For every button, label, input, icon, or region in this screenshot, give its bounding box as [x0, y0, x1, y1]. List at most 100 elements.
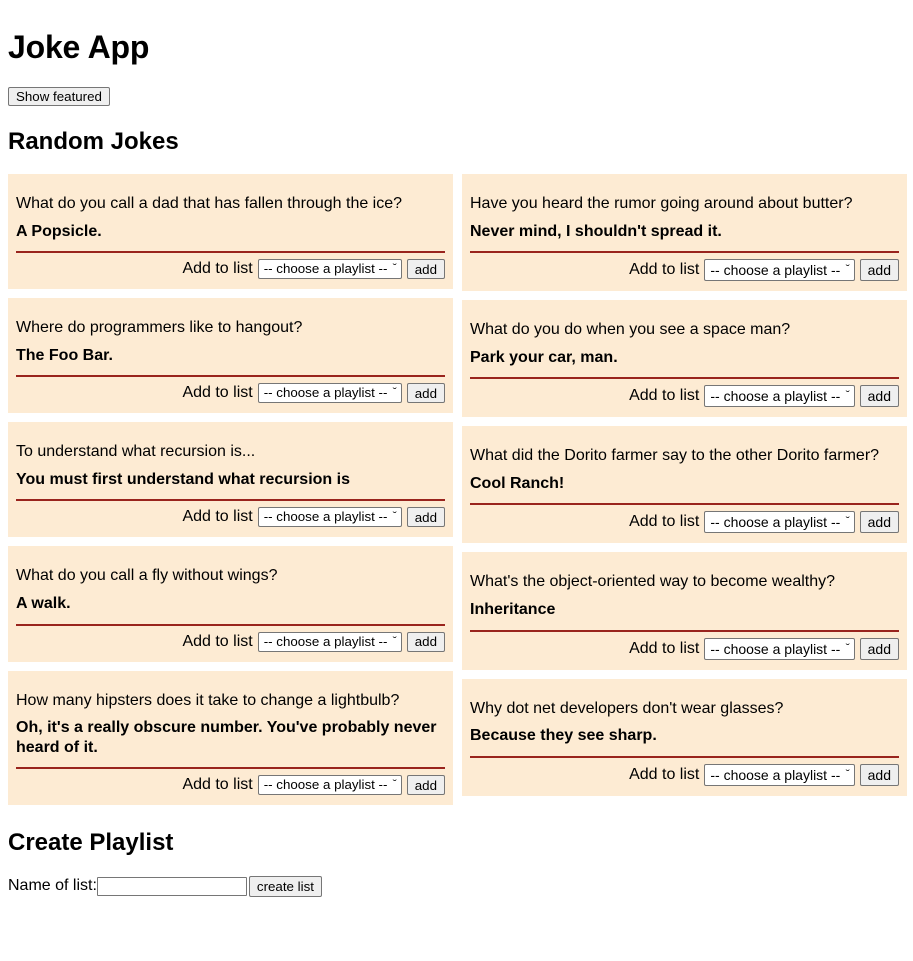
- add-to-list-label: Add to list: [182, 776, 253, 794]
- playlist-select[interactable]: -- choose a playlist -- ˇ: [704, 259, 855, 282]
- joke-card: What do you call a dad that has fallen t…: [8, 174, 453, 290]
- playlist-select-value: -- choose a playlist --: [263, 509, 388, 525]
- card-divider: [470, 503, 899, 506]
- add-to-list-row: Add to list -- choose a playlist -- ˇ ad…: [16, 775, 445, 796]
- playlist-select-value: -- choose a playlist --: [263, 633, 388, 649]
- add-to-list-label: Add to list: [629, 513, 700, 531]
- add-to-list-row: Add to list -- choose a playlist -- ˇ ad…: [470, 637, 899, 660]
- chevron-down-icon: ˇ: [845, 768, 851, 780]
- card-divider: [470, 629, 899, 632]
- create-list-button[interactable]: create list: [248, 875, 322, 897]
- playlist-select[interactable]: -- choose a playlist -- ˇ: [704, 385, 855, 408]
- create-playlist-form: Name of list: create list: [8, 875, 905, 897]
- add-to-list-row: Add to list -- choose a playlist -- ˇ ad…: [16, 259, 445, 280]
- playlist-select-value: -- choose a playlist --: [710, 766, 841, 783]
- chevron-down-icon: ˇ: [392, 263, 398, 275]
- joke-card: What did the Dorito farmer say to the ot…: [462, 426, 907, 544]
- card-divider: [16, 375, 445, 378]
- chevron-down-icon: ˇ: [845, 390, 851, 402]
- joke-question: Where do programmers like to hangout?: [16, 319, 303, 337]
- joke-answer: Never mind, I shouldn't spread it.: [470, 222, 722, 240]
- add-to-list-row: Add to list -- choose a playlist -- ˇ ad…: [16, 507, 445, 528]
- card-divider: [470, 755, 899, 758]
- chevron-down-icon: ˇ: [392, 511, 398, 523]
- add-to-list-label: Add to list: [629, 261, 700, 279]
- joke-question: Have you heard the rumor going around ab…: [470, 195, 853, 213]
- joke-question: What do you call a dad that has fallen t…: [16, 195, 403, 213]
- joke-card: Why dot net developers don't wear glasse…: [462, 678, 907, 796]
- add-button[interactable]: add: [406, 775, 445, 796]
- name-of-list-label: Name of list:: [8, 877, 97, 895]
- joke-card: What's the object-oriented way to become…: [462, 552, 907, 670]
- add-button[interactable]: add: [406, 383, 445, 404]
- chevron-down-icon: ˇ: [392, 387, 398, 399]
- add-to-list-label: Add to list: [182, 260, 253, 278]
- joke-list: What do you call a dad that has fallen t…: [8, 174, 907, 809]
- card-divider: [16, 499, 445, 502]
- chevron-down-icon: ˇ: [845, 516, 851, 528]
- add-button[interactable]: add: [859, 763, 899, 786]
- add-to-list-row: Add to list -- choose a playlist -- ˇ ad…: [470, 259, 899, 282]
- joke-card: To understand what recursion is... You m…: [8, 422, 453, 538]
- joke-answer: Oh, it's a really obscure number. You've…: [16, 719, 437, 756]
- playlist-select[interactable]: -- choose a playlist -- ˇ: [257, 259, 402, 280]
- joke-answer: Inheritance: [470, 601, 556, 618]
- add-to-list-row: Add to list -- choose a playlist -- ˇ ad…: [470, 763, 899, 786]
- add-to-list-row: Add to list -- choose a playlist -- ˇ ad…: [16, 383, 445, 404]
- joke-answer: Cool Ranch!: [470, 474, 565, 492]
- add-button[interactable]: add: [406, 631, 445, 652]
- joke-question: What do you call a fly without wings?: [16, 567, 278, 585]
- add-to-list-label: Add to list: [629, 387, 700, 405]
- joke-question: What did the Dorito farmer say to the ot…: [470, 447, 880, 465]
- joke-answer: The Foo Bar.: [16, 346, 113, 364]
- playlist-select[interactable]: -- choose a playlist -- ˇ: [704, 763, 855, 786]
- joke-question: What do you do when you see a space man?: [470, 321, 791, 339]
- random-jokes-heading: Random Jokes: [8, 127, 179, 155]
- joke-card: Have you heard the rumor going around ab…: [462, 174, 907, 292]
- add-to-list-label: Add to list: [182, 508, 253, 526]
- playlist-select[interactable]: -- choose a playlist -- ˇ: [257, 383, 402, 404]
- playlist-select-value: -- choose a playlist --: [263, 777, 388, 793]
- joke-card: How many hipsters does it take to change…: [8, 670, 453, 806]
- chevron-down-icon: ˇ: [845, 642, 851, 654]
- add-button[interactable]: add: [406, 507, 445, 528]
- playlist-name-input[interactable]: [96, 876, 247, 896]
- add-to-list-label: Add to list: [182, 384, 253, 402]
- card-divider: [16, 623, 445, 626]
- joke-answer: A Popsicle.: [16, 222, 102, 240]
- playlist-select-value: -- choose a playlist --: [263, 385, 388, 401]
- playlist-select[interactable]: -- choose a playlist -- ˇ: [704, 511, 855, 534]
- add-button[interactable]: add: [406, 259, 445, 280]
- joke-question: What's the object-oriented way to become…: [470, 573, 836, 591]
- joke-answer: You must first understand what recursion…: [16, 470, 350, 488]
- add-to-list-row: Add to list -- choose a playlist -- ˇ ad…: [470, 511, 899, 534]
- create-playlist-heading: Create Playlist: [8, 829, 174, 857]
- chevron-down-icon: ˇ: [392, 779, 398, 791]
- card-divider: [16, 767, 445, 770]
- add-button[interactable]: add: [859, 511, 899, 534]
- add-button[interactable]: add: [859, 385, 899, 408]
- playlist-select[interactable]: -- choose a playlist -- ˇ: [257, 507, 402, 528]
- playlist-select[interactable]: -- choose a playlist -- ˇ: [257, 775, 402, 796]
- joke-question: Why dot net developers don't wear glasse…: [470, 699, 784, 717]
- add-to-list-row: Add to list -- choose a playlist -- ˇ ad…: [470, 385, 899, 408]
- chevron-down-icon: ˇ: [845, 264, 851, 276]
- joke-question: To understand what recursion is...: [16, 443, 256, 461]
- card-divider: [470, 251, 899, 254]
- playlist-select[interactable]: -- choose a playlist -- ˇ: [257, 631, 402, 652]
- playlist-select-value: -- choose a playlist --: [710, 514, 841, 531]
- add-button[interactable]: add: [859, 259, 899, 282]
- add-button[interactable]: add: [859, 637, 899, 660]
- card-divider: [16, 251, 445, 254]
- joke-answer: A walk.: [16, 595, 71, 612]
- playlist-select-value: -- choose a playlist --: [710, 388, 841, 405]
- add-to-list-row: Add to list -- choose a playlist -- ˇ ad…: [16, 631, 445, 652]
- playlist-select-value: -- choose a playlist --: [263, 261, 388, 277]
- joke-question: How many hipsters does it take to change…: [16, 691, 400, 709]
- show-featured-button[interactable]: Show featured: [8, 86, 110, 106]
- playlist-select[interactable]: -- choose a playlist -- ˇ: [704, 637, 855, 660]
- joke-card: Where do programmers like to hangout? Th…: [8, 298, 453, 414]
- playlist-select-value: -- choose a playlist --: [710, 640, 841, 657]
- page-title: Joke App: [8, 29, 150, 65]
- joke-card: What do you do when you see a space man?…: [462, 300, 907, 418]
